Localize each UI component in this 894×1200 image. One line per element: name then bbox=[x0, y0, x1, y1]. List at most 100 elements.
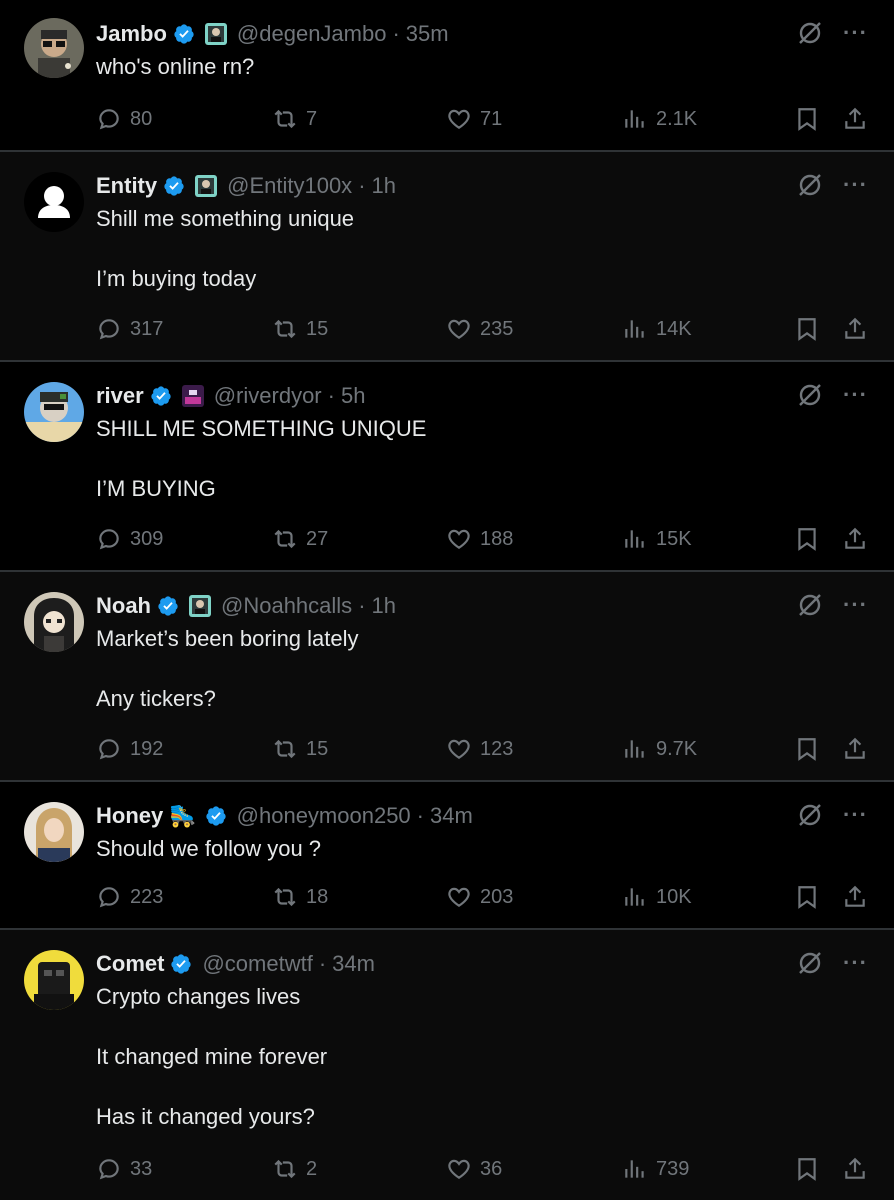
tweet-line: Any tickers? bbox=[96, 686, 216, 711]
repost-button[interactable]: 15 bbox=[272, 316, 328, 342]
tweet-header: Jambo @degenJambo · 35m bbox=[96, 20, 854, 48]
repost-button[interactable]: 2 bbox=[272, 1156, 317, 1182]
more-options-button[interactable]: ··· bbox=[843, 594, 868, 616]
share-button[interactable] bbox=[842, 1156, 868, 1182]
tweet-header: Noah @Noahhcalls · 1h bbox=[96, 592, 854, 620]
avatar[interactable] bbox=[24, 172, 84, 232]
grok-icon[interactable] bbox=[797, 172, 823, 198]
display-name[interactable]: Honey bbox=[96, 803, 163, 829]
reply-button[interactable]: 80 bbox=[96, 106, 152, 132]
bookmark-icon bbox=[798, 318, 816, 341]
verified-badge-icon bbox=[174, 24, 194, 44]
tweet-header: Entity @Entity100x · 1h bbox=[96, 172, 854, 200]
tweet[interactable]: Noah @Noahhcalls · 1h ··· Market’s been … bbox=[0, 572, 894, 782]
reply-button[interactable]: 309 bbox=[96, 526, 163, 552]
more-options-button[interactable]: ··· bbox=[843, 174, 868, 196]
more-options-button[interactable]: ··· bbox=[843, 22, 868, 44]
tweet-line: I’M BUYING bbox=[96, 476, 216, 501]
user-handle[interactable]: @honeymoon250 bbox=[237, 803, 411, 829]
tweet[interactable]: Comet @cometwtf · 34m ··· Crypto changes… bbox=[0, 930, 894, 1200]
display-name[interactable]: Jambo bbox=[96, 21, 167, 47]
display-name[interactable]: river bbox=[96, 383, 144, 409]
timeline-feed: Jambo @degenJambo · 35m ··· who's online… bbox=[0, 0, 894, 1200]
reply-button[interactable]: 223 bbox=[96, 884, 163, 910]
share-icon bbox=[845, 107, 865, 129]
like-count: 188 bbox=[480, 527, 514, 550]
display-name[interactable]: Entity bbox=[96, 173, 157, 199]
reply-button[interactable]: 317 bbox=[96, 316, 163, 342]
tweet-header: Comet @cometwtf · 34m bbox=[96, 950, 854, 978]
repost-button[interactable]: 18 bbox=[272, 884, 328, 910]
bookmark-button[interactable] bbox=[794, 526, 820, 552]
views-button[interactable]: 2.1K bbox=[622, 106, 697, 132]
share-button[interactable] bbox=[842, 106, 868, 132]
views-button[interactable]: 9.7K bbox=[622, 736, 697, 762]
share-button[interactable] bbox=[842, 884, 868, 910]
timestamp[interactable]: 34m bbox=[332, 951, 375, 977]
grok-icon[interactable] bbox=[797, 592, 823, 618]
timestamp[interactable]: 1h bbox=[372, 593, 396, 619]
tweet[interactable]: Entity @Entity100x · 1h ··· Shill me som… bbox=[0, 152, 894, 362]
reply-icon bbox=[99, 1159, 119, 1180]
share-button[interactable] bbox=[842, 736, 868, 762]
share-button[interactable] bbox=[842, 526, 868, 552]
avatar[interactable] bbox=[24, 802, 84, 862]
verified-badge-icon bbox=[206, 806, 226, 826]
bookmark-button[interactable] bbox=[794, 736, 820, 762]
user-handle[interactable]: @cometwtf bbox=[202, 951, 312, 977]
tweet-top-actions: ··· bbox=[797, 382, 868, 408]
like-button[interactable]: 71 bbox=[446, 106, 502, 132]
like-button[interactable]: 188 bbox=[446, 526, 513, 552]
bookmark-button[interactable] bbox=[794, 106, 820, 132]
user-handle[interactable]: @Noahhcalls bbox=[221, 593, 352, 619]
more-options-button[interactable]: ··· bbox=[843, 804, 868, 826]
like-button[interactable]: 235 bbox=[446, 316, 513, 342]
views-button[interactable]: 14K bbox=[622, 316, 692, 342]
more-options-button[interactable]: ··· bbox=[843, 384, 868, 406]
repost-button[interactable]: 27 bbox=[272, 526, 328, 552]
grok-icon[interactable] bbox=[797, 382, 823, 408]
reply-count: 317 bbox=[130, 317, 164, 340]
user-handle[interactable]: @degenJambo bbox=[237, 21, 387, 47]
timestamp[interactable]: 34m bbox=[430, 803, 473, 829]
timestamp[interactable]: 1h bbox=[372, 173, 396, 199]
timestamp[interactable]: 35m bbox=[406, 21, 449, 47]
tweet[interactable]: Honey 🛼 @honeymoon250 · 34m ··· Should w… bbox=[0, 782, 894, 930]
display-name[interactable]: Noah bbox=[96, 593, 151, 619]
tweet[interactable]: Jambo @degenJambo · 35m ··· who's online… bbox=[0, 0, 894, 152]
reply-button[interactable]: 33 bbox=[96, 1156, 152, 1182]
tweet[interactable]: river @riverdyor · 5h ··· SHILL ME SOMET… bbox=[0, 362, 894, 572]
like-button[interactable]: 203 bbox=[446, 884, 513, 910]
grok-icon[interactable] bbox=[797, 802, 823, 828]
grok-icon[interactable] bbox=[797, 950, 823, 976]
display-name[interactable]: Comet bbox=[96, 951, 164, 977]
like-button[interactable]: 123 bbox=[446, 736, 513, 762]
grok-icon[interactable] bbox=[797, 20, 823, 46]
bookmark-button[interactable] bbox=[794, 1156, 820, 1182]
avatar[interactable] bbox=[24, 382, 84, 442]
views-chart-icon bbox=[625, 1160, 644, 1178]
reply-button[interactable]: 192 bbox=[96, 736, 163, 762]
tweet-text: SHILL ME SOMETHING UNIQUE I’M BUYING bbox=[96, 414, 854, 504]
avatar[interactable] bbox=[24, 592, 84, 652]
repost-button[interactable]: 15 bbox=[272, 736, 328, 762]
repost-button[interactable]: 7 bbox=[272, 106, 317, 132]
like-button[interactable]: 36 bbox=[446, 1156, 502, 1182]
repost-icon bbox=[274, 739, 296, 759]
bookmark-icon bbox=[798, 886, 816, 909]
timestamp[interactable]: 5h bbox=[341, 383, 365, 409]
user-handle[interactable]: @riverdyor bbox=[214, 383, 322, 409]
views-button[interactable]: 15K bbox=[622, 526, 692, 552]
bookmark-button[interactable] bbox=[794, 316, 820, 342]
views-button[interactable]: 739 bbox=[622, 1156, 689, 1182]
bookmark-button[interactable] bbox=[794, 884, 820, 910]
share-icon bbox=[845, 1157, 865, 1179]
tweet-line: Has it changed yours? bbox=[96, 1104, 315, 1129]
avatar[interactable] bbox=[24, 950, 84, 1010]
more-options-button[interactable]: ··· bbox=[843, 952, 868, 974]
avatar[interactable] bbox=[24, 18, 84, 78]
views-button[interactable]: 10K bbox=[622, 884, 692, 910]
user-handle[interactable]: @Entity100x bbox=[227, 173, 352, 199]
repost-count: 15 bbox=[306, 737, 329, 760]
share-button[interactable] bbox=[842, 316, 868, 342]
